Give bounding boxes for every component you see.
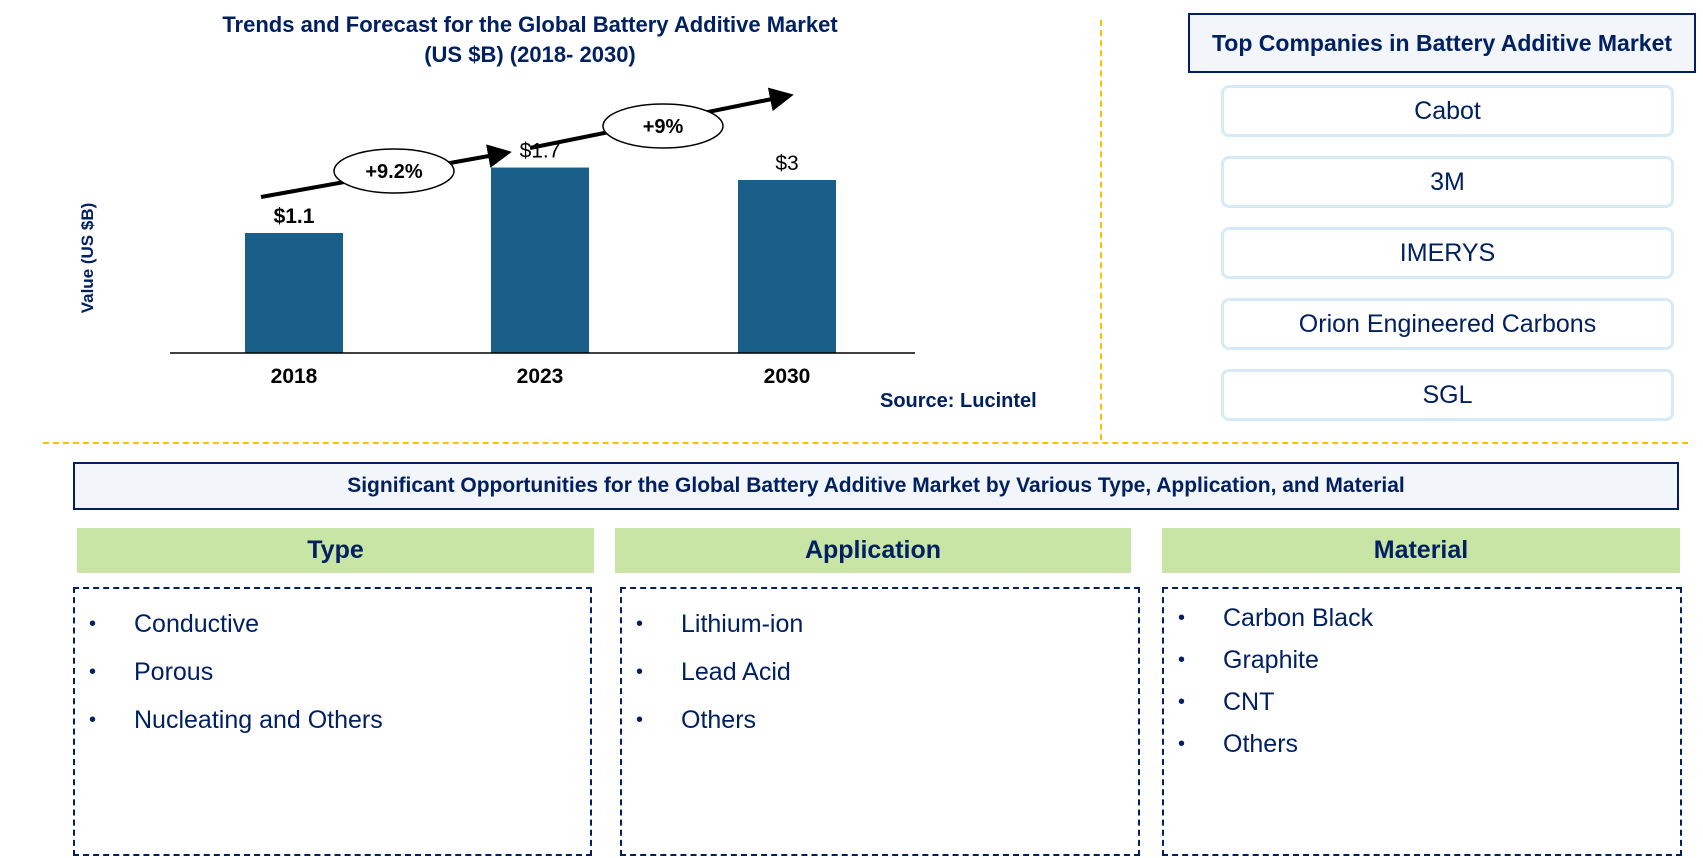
bar-chart: $1.12018$1.72023$32030 +9.2%+9% bbox=[170, 87, 915, 388]
bar-2023 bbox=[491, 167, 589, 353]
list-item: • CNT bbox=[1164, 686, 1680, 728]
bullet-icon: • bbox=[89, 661, 97, 683]
list-item-text: Lithium-ion bbox=[681, 610, 804, 638]
bullet-list: • Lithium-ion • Lead Acid • Others bbox=[622, 589, 1138, 752]
list-box-type: • Conductive • Porous • Nucleating and Others bbox=[73, 587, 592, 856]
list-item: • Others bbox=[1164, 728, 1680, 770]
bar-2018 bbox=[245, 233, 343, 353]
company-item: IMERYS bbox=[1221, 227, 1674, 279]
list-item-text: Nucleating and Others bbox=[134, 706, 383, 734]
bullet-list: • Carbon Black • Graphite • CNT • Others bbox=[1164, 589, 1680, 770]
list-item: • Graphite bbox=[1164, 644, 1680, 686]
bullet-icon: • bbox=[89, 709, 97, 731]
list-item: • Conductive bbox=[75, 608, 590, 656]
bullet-icon: • bbox=[89, 613, 97, 635]
source-label: Source: Lucintel bbox=[880, 390, 1037, 412]
list-item: • Carbon Black bbox=[1164, 602, 1680, 644]
list-item-text: CNT bbox=[1223, 688, 1275, 716]
data-label-2030: $3 bbox=[775, 152, 798, 175]
list-item-text: Others bbox=[1223, 730, 1299, 758]
vertical-divider bbox=[1100, 20, 1102, 440]
company-item: Orion Engineered Carbons bbox=[1221, 298, 1674, 350]
data-label-2018: $1.1 bbox=[274, 205, 315, 228]
list-item: • Nucleating and Others bbox=[75, 704, 590, 752]
list-item: • Porous bbox=[75, 656, 590, 704]
bullet-icon: • bbox=[1178, 733, 1186, 755]
x-tick-2018: 2018 bbox=[271, 365, 318, 388]
list-item-text: Porous bbox=[134, 658, 214, 686]
list-item-text: Conductive bbox=[134, 610, 260, 638]
bullet-icon: • bbox=[636, 613, 644, 635]
horizontal-divider bbox=[43, 442, 1688, 444]
bullet-icon: • bbox=[636, 709, 644, 731]
list-item-text: Others bbox=[681, 706, 757, 734]
list-item: • Lead Acid bbox=[622, 656, 1138, 704]
list-box-application: • Lithium-ion • Lead Acid • Others bbox=[620, 587, 1140, 856]
growth-label: +9% bbox=[643, 116, 684, 138]
column-header-material: Material bbox=[1162, 528, 1680, 573]
list-box-material: • Carbon Black • Graphite • CNT • Others bbox=[1162, 587, 1682, 856]
company-item: Cabot bbox=[1221, 85, 1674, 137]
column-header-type: Type bbox=[77, 528, 594, 573]
bar-2030 bbox=[738, 180, 836, 353]
list-item-text: Graphite bbox=[1223, 646, 1319, 674]
list-item-text: Carbon Black bbox=[1223, 604, 1374, 632]
bullet-icon: • bbox=[1178, 607, 1186, 629]
list-item: • Others bbox=[622, 704, 1138, 752]
list-item: • Lithium-ion bbox=[622, 608, 1138, 656]
x-tick-2023: 2023 bbox=[517, 365, 564, 388]
bullet-icon: • bbox=[1178, 649, 1186, 671]
bullet-icon: • bbox=[1178, 691, 1186, 713]
x-tick-2030: 2030 bbox=[764, 365, 811, 388]
list-item-text: Lead Acid bbox=[681, 658, 791, 686]
growth-label: +9.2% bbox=[365, 161, 422, 183]
company-item: 3M bbox=[1221, 156, 1674, 208]
opportunities-banner: Significant Opportunities for the Global… bbox=[73, 462, 1679, 510]
column-header-application: Application bbox=[615, 528, 1131, 573]
company-item: SGL bbox=[1221, 369, 1674, 421]
bullet-list: • Conductive • Porous • Nucleating and Others bbox=[75, 589, 590, 752]
top-companies-header: Top Companies in Battery Additive Market bbox=[1188, 13, 1696, 73]
bullet-icon: • bbox=[636, 661, 644, 683]
